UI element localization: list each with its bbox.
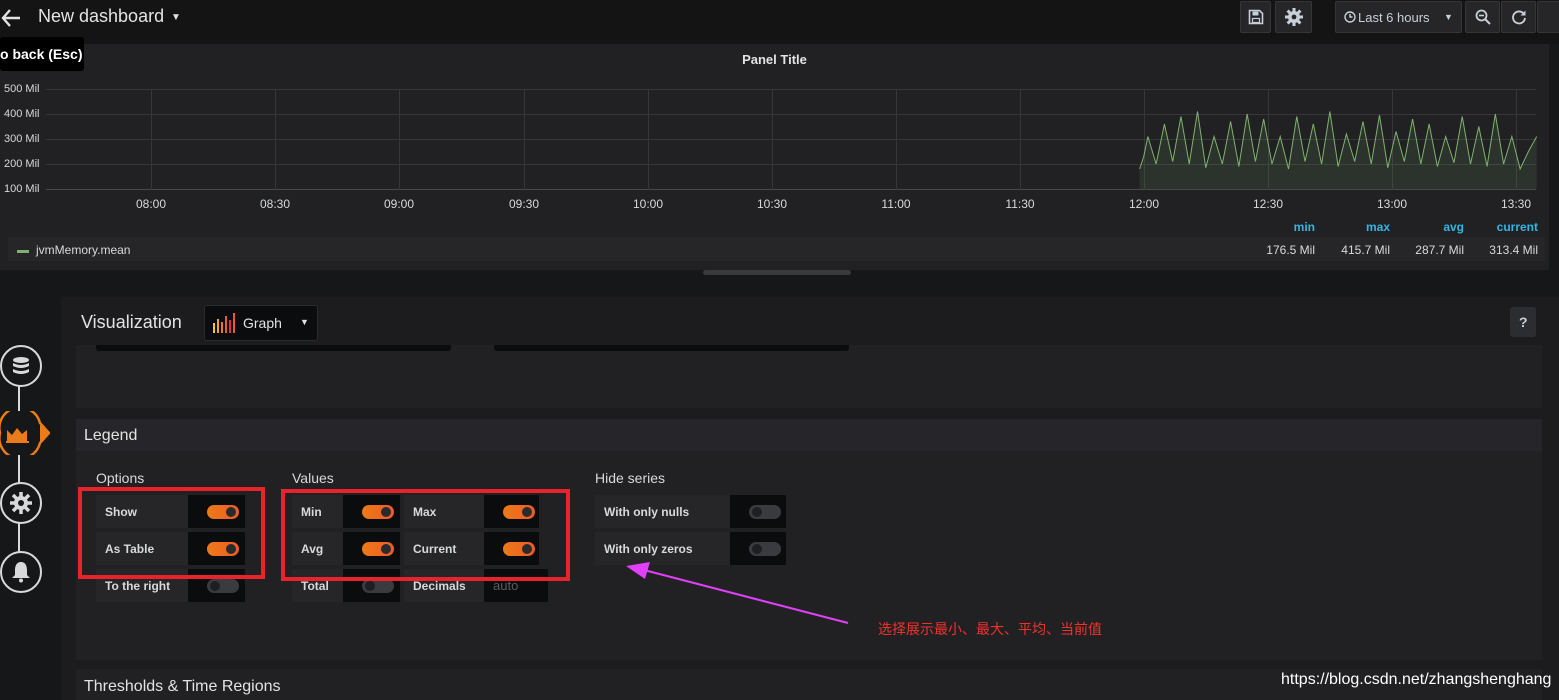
visualization-label: Visualization (81, 312, 182, 332)
legend-series-name[interactable]: jvmMemory.mean (36, 243, 130, 257)
legend-header-current[interactable]: current (1478, 220, 1538, 234)
annotation-arrow (626, 562, 849, 624)
legend-header-avg[interactable]: avg (1424, 220, 1464, 234)
help-button[interactable]: ? (1510, 307, 1536, 337)
options-group-title: Options (96, 470, 145, 486)
chevron-down-icon: ▼ (300, 317, 309, 327)
visualization-picker[interactable]: Graph ▼ (204, 305, 318, 341)
back-tooltip: o back (Esc) (0, 37, 84, 71)
with-only-nulls-label: With only nulls (595, 495, 730, 528)
values-group-title: Values (292, 470, 334, 486)
alert-tab[interactable] (0, 551, 42, 593)
thresholds-section-title: Thresholds & Time Regions (84, 678, 281, 695)
legend-value-current: 313.4 Mil (1489, 243, 1538, 257)
input-field[interactable] (494, 345, 849, 351)
queries-tab[interactable] (0, 345, 42, 387)
annotation-box-values (281, 489, 570, 581)
general-tab[interactable] (0, 482, 42, 524)
graph-icon (213, 313, 235, 333)
panel-resize-handle[interactable] (703, 270, 851, 275)
hide-series-group-title: Hide series (595, 470, 666, 486)
legend-header-max[interactable]: max (1350, 220, 1390, 234)
legend-header-min[interactable]: min (1275, 220, 1315, 234)
legend-section-title: Legend (84, 427, 138, 444)
visualization-value: Graph (243, 315, 282, 331)
visualization-icon (0, 411, 50, 455)
legend-section-header[interactable] (76, 419, 1542, 451)
with-only-nulls-toggle[interactable] (730, 495, 786, 528)
input-field[interactable] (96, 345, 451, 351)
watermark: https://blog.csdn.net/zhangshenghang (1281, 671, 1552, 688)
legend-value-avg: 287.7 Mil (1415, 243, 1464, 257)
legend-series-color[interactable] (17, 250, 29, 253)
bell-icon (12, 562, 30, 583)
database-icon (13, 357, 29, 374)
annotation-box-options (78, 487, 265, 579)
settings-icon (10, 492, 32, 514)
annotation-text: 选择展示最小、最大、平均、当前值 (878, 621, 1102, 637)
visualization-tab[interactable] (0, 411, 50, 455)
legend-value-min: 176.5 Mil (1266, 243, 1315, 257)
legend-value-max: 415.7 Mil (1341, 243, 1390, 257)
chart-plot-area[interactable] (0, 0, 1559, 200)
editor-nav-line (18, 370, 20, 580)
axes-section (76, 345, 1542, 408)
